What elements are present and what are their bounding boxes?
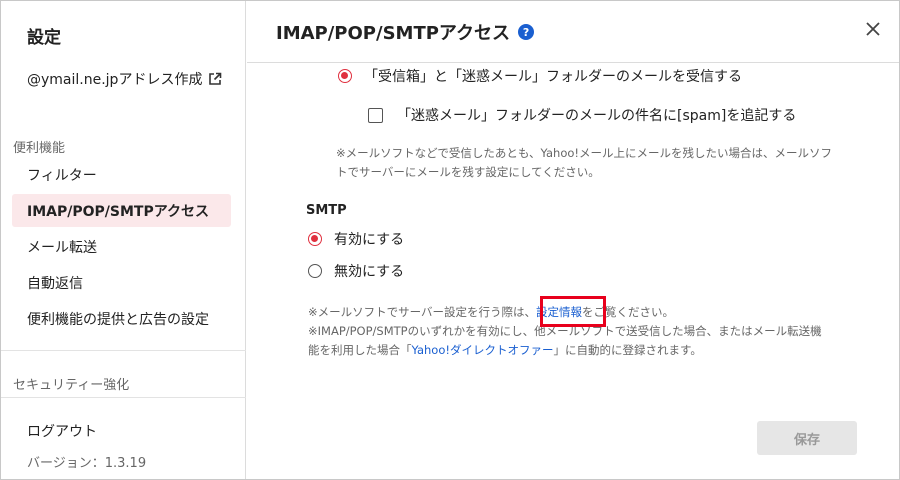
pop-receive-option[interactable]: 「受信箱」と「迷惑メール」フォルダーのメールを受信する xyxy=(338,66,742,86)
server-note-prefix: ※メールソフトでサーバー設定を行う際は、 xyxy=(308,305,537,319)
sidebar-item-autoreply[interactable]: 自動返信 xyxy=(12,266,231,299)
smtp-disable-radio[interactable] xyxy=(308,264,322,278)
offer-note-suffix: 」に自動的に登録されます。 xyxy=(553,343,702,357)
sidebar-item-ads[interactable]: 便利機能の提供と広告の設定 xyxy=(12,302,231,335)
help-icon[interactable]: ? xyxy=(518,24,535,40)
sidebar-title: 設定 xyxy=(27,28,61,48)
pop-receive-radio[interactable] xyxy=(338,69,352,83)
page-title: IMAP/POP/SMTPアクセス ? xyxy=(276,19,535,45)
logout-link[interactable]: ログアウト xyxy=(27,421,97,441)
close-button[interactable] xyxy=(861,17,885,41)
pop-receive-label: 「受信箱」と「迷惑メール」フォルダーのメールを受信する xyxy=(364,69,742,85)
sidebar-item-forward[interactable]: メール転送 xyxy=(12,230,231,263)
smtp-heading: SMTP xyxy=(306,203,347,218)
main-header: IMAP/POP/SMTPアクセス ? xyxy=(247,1,899,63)
smtp-enable-label: 有効にする xyxy=(334,232,405,248)
main-panel: IMAP/POP/SMTPアクセス ? 「受信箱」と「迷惑メール」フォルダーのメ… xyxy=(247,1,899,479)
smtp-disable-label: 無効にする xyxy=(334,264,405,280)
address-create-link[interactable]: @ymail.ne.jpアドレス作成 xyxy=(27,69,222,89)
page-title-text: IMAP/POP/SMTPアクセス xyxy=(276,23,511,44)
address-create-label: @ymail.ne.jpアドレス作成 xyxy=(27,72,203,88)
save-button[interactable]: 保存 xyxy=(757,421,857,455)
section-convenience: 便利機能 xyxy=(13,141,66,156)
smtp-enable-option[interactable]: 有効にする xyxy=(308,229,404,249)
spam-tag-checkbox[interactable] xyxy=(368,107,383,123)
offer-note-line: 能を利用した場合「Yahoo!ダイレクトオファー」に自動的に登録されます。 xyxy=(308,341,878,360)
highlight-box xyxy=(540,296,606,327)
version-text: バージョン：1.3.19 xyxy=(27,456,147,471)
sidebar-item-filter[interactable]: フィルター xyxy=(12,158,231,191)
external-link-icon xyxy=(209,72,222,85)
direct-offer-link[interactable]: Yahoo!ダイレクトオファー xyxy=(412,343,554,357)
smtp-enable-radio[interactable] xyxy=(308,232,322,246)
sidebar-divider xyxy=(1,397,246,398)
section-security[interactable]: セキュリティー強化 xyxy=(13,374,129,393)
offer-note-prefix: 能を利用した場合「 xyxy=(308,343,412,357)
sidebar-item-imap[interactable]: IMAP/POP/SMTPアクセス xyxy=(12,194,231,227)
smtp-disable-option[interactable]: 無効にする xyxy=(308,261,404,281)
close-icon xyxy=(866,22,880,36)
spam-tag-option[interactable]: 「迷惑メール」フォルダーのメールの件名に[spam]を追記する xyxy=(368,105,796,125)
sidebar-divider xyxy=(1,350,246,351)
pop-note-line: トでサーバーにメールを残す設定にしてください。 xyxy=(336,165,600,179)
spam-tag-label: 「迷惑メール」フォルダーのメールの件名に[spam]を追記する xyxy=(397,108,797,124)
pop-note: ※メールソフトなどで受信したあとも、Yahoo!メール上にメールを残したい場合は… xyxy=(336,144,876,182)
pop-note-line: ※メールソフトなどで受信したあとも、Yahoo!メール上にメールを残したい場合は… xyxy=(336,146,833,160)
sidebar: 設定 @ymail.ne.jpアドレス作成 便利機能 フィルター IMAP/PO… xyxy=(1,1,246,479)
